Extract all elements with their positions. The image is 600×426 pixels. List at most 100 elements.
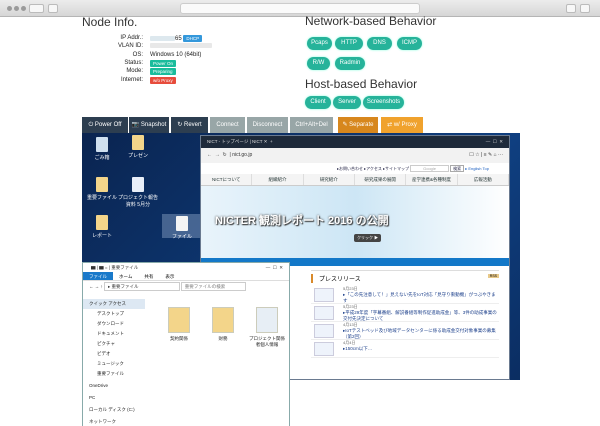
network-pill-pcaps[interactable]: Pcaps [307, 37, 332, 50]
site-menu-item[interactable]: 組織紹介 [252, 174, 304, 185]
node-value: 65 DHCP [150, 35, 203, 43]
desktop-icon-presentation[interactable]: プレゼン [118, 135, 158, 159]
site-menu-item[interactable]: 広報活動 [458, 174, 509, 185]
document-area [290, 380, 520, 426]
network-pill-radmin[interactable]: Radmin [335, 57, 365, 70]
tabs-button[interactable] [580, 4, 590, 13]
file-explorer-window[interactable]: ▆ | ▆ = | 重要ファイル — ☐ ✕ ファイル ホーム 共有 表示 ← → ↑ … [82, 262, 290, 426]
close-window-icon[interactable] [7, 6, 12, 11]
nav-item[interactable]: ネットワーク [83, 417, 145, 426]
utility-links[interactable]: ▸お問い合わせ ▸アクセス ▸サイトマップ Google 検索 ▸ Englis… [201, 163, 509, 174]
banner-click-button[interactable]: クリック ▶ [354, 234, 382, 242]
nav-item[interactable]: OneDrive [83, 381, 145, 391]
rss-button[interactable]: RSS [487, 274, 499, 278]
node-value: Power On [150, 59, 177, 67]
explorer-nav-pane: クイック アクセス デスクトップ ダウンロード ドキュメント ピクチャ ビデオ ミュージック… [83, 299, 145, 426]
node-value: Windows 10 (64bit) [150, 52, 201, 58]
share-button[interactable] [566, 4, 576, 13]
icon-label: レポート [91, 233, 112, 239]
nav-item[interactable]: ドキュメント [83, 329, 145, 339]
file-item[interactable]: プロジェクト関係者個人情報 [249, 307, 285, 348]
press-link[interactable]: ▸「この先注意して！」見えない先をIoT対応「見守り衝動機」がつぶやきます [343, 292, 499, 304]
press-link[interactable]: ▸平成29年度「字幕番組、解説番組等制作促進助成金」等、3件の助成事業の交付先決… [343, 310, 499, 322]
press-item[interactable]: 4月13日 ▸IoTテストベッド及び地域データセンターに係る助成金交付対象事業の募… [311, 322, 499, 340]
network-pill-icmp[interactable]: ICMP [397, 37, 422, 50]
separate-button[interactable]: ✎ Separate [338, 117, 378, 133]
press-release-panel: プレスリリース RSS 5月23日 ▸「この先注意して！」見えない先をIoT対応「見… [311, 270, 499, 358]
site-menu-item[interactable]: NICTについて [201, 174, 253, 185]
connect-button[interactable]: Connect [210, 117, 245, 133]
w-proxy-button[interactable]: ⇄ w/ Proxy [381, 117, 423, 133]
site-menu-item[interactable]: 研究紹介 [304, 174, 355, 185]
node-label: OS: [132, 51, 143, 58]
node-info-title: Node Info. [82, 15, 138, 29]
browser-tab[interactable]: NICT - トップページ | NICT ✕ + — ☐ ✕ [201, 136, 509, 148]
explorer-ribbon: ファイル ホーム 共有 表示 [83, 272, 289, 281]
edge-address-bar[interactable]: ← → ↻ | nict.go.jp ☐ ☆ | ≡ ✎ ⌂ ··· [201, 148, 509, 163]
english-top-link[interactable]: ▸ English Top [465, 166, 489, 171]
button-label: Separate [349, 122, 374, 128]
ribbon-tab[interactable]: ファイル [83, 272, 113, 280]
remote-desktop-screen[interactable]: ごみ箱 プレゼン 重要ファイル プロジェクト報告資料 5月分 レポート ファイル… [82, 133, 520, 426]
disconnect-button[interactable]: Disconnect [247, 117, 288, 133]
desktop-icon-recycle-bin[interactable]: ごみ箱 [82, 137, 122, 161]
status-badge: Preparing [150, 68, 176, 76]
tab-title: NICT - トップページ | NICT [207, 139, 263, 144]
file-item[interactable]: 財務 [205, 307, 241, 342]
nav-item[interactable]: ミュージック [83, 359, 145, 369]
site-menu-item[interactable]: 産学連携&各種制度 [406, 174, 458, 185]
snapshot-button[interactable]: 📷 Snapshot [129, 117, 169, 133]
press-link[interactable]: ▸150cm以下… [343, 346, 499, 352]
network-pill-http[interactable]: HTTP [335, 37, 363, 50]
network-pill-rw[interactable]: R/W [307, 57, 330, 70]
button-label: w/ Proxy [393, 122, 417, 128]
desktop-icon-project-report[interactable]: プロジェクト報告資料 5月分 [118, 177, 158, 208]
press-item[interactable]: 4月4日 ▸150cm以下… [311, 340, 499, 358]
desktop-icon-report[interactable]: レポート [82, 215, 122, 239]
button-label: Disconnect [252, 122, 283, 128]
utility-link[interactable]: ▸お問い合わせ ▸アクセス ▸サイトマップ [337, 166, 409, 171]
file-item[interactable]: 契約関係 [161, 307, 197, 342]
nav-item[interactable]: ピクチャ [83, 339, 145, 349]
network-behavior-title: Network-based Behavior [305, 14, 437, 28]
ctrl-alt-del-button[interactable]: Ctrl+Alt+Del [290, 117, 333, 133]
host-pill-client[interactable]: Client [305, 96, 331, 109]
node-value: Preparing [150, 68, 176, 76]
site-search-input[interactable]: Google [410, 165, 450, 172]
site-menu-item[interactable]: 研究成果の展開 [355, 174, 407, 185]
ribbon-tab[interactable]: 共有 [138, 272, 159, 280]
desktop-icon-important-files[interactable]: 重要ファイル [82, 177, 122, 201]
explorer-search-input[interactable]: 重要ファイルの検索 [180, 282, 247, 291]
explorer-path[interactable]: ▸ 重要ファイル [104, 282, 180, 291]
revert-button[interactable]: ↻ Revert [171, 117, 208, 133]
zoom-window-icon[interactable] [21, 6, 26, 11]
press-item[interactable]: 5月23日 ▸平成29年度「字幕番組、解説番組等制作促進助成金」等、3件の助成事業… [311, 304, 499, 322]
power-off-button[interactable]: ⏻ Power Off [82, 117, 128, 133]
button-icon: 📷 [131, 122, 141, 128]
address-bar[interactable] [180, 3, 420, 14]
network-pill-dns[interactable]: DNS [367, 37, 392, 50]
press-item[interactable]: 5月23日 ▸「この先注意して！」見えない先をIoT対応「見守り衝動機」がつぶやき… [311, 286, 499, 304]
nav-item[interactable]: ビデオ [83, 349, 145, 359]
ribbon-tab[interactable]: 表示 [159, 272, 180, 280]
nav-item[interactable]: ダウンロード [83, 319, 145, 329]
desktop-icon-file[interactable]: ファイル [162, 214, 202, 240]
button-label: Connect [216, 122, 239, 128]
search-button[interactable]: 検索 [450, 165, 465, 172]
back-forward-button[interactable] [29, 4, 44, 13]
nav-item[interactable]: PC [83, 393, 145, 403]
ribbon-tab[interactable]: ホーム [113, 272, 138, 280]
host-pill-server[interactable]: Server [333, 96, 361, 109]
banner[interactable]: NICTER 観測レポート 2016 の公開 クリック ▶ [201, 186, 509, 258]
button-icon: ⇄ [387, 122, 394, 128]
press-link[interactable]: ▸IoTテストベッド及び地域データセンターに係る助成金交付対象事業の募集（第2回… [343, 328, 499, 340]
nav-item[interactable]: クイック アクセス [83, 299, 145, 309]
sidebar-button[interactable] [48, 4, 58, 13]
nav-item[interactable]: 重要ファイル [83, 369, 145, 379]
minimize-window-icon[interactable] [14, 6, 19, 11]
host-pill-screenshots[interactable]: Screenshots [363, 96, 404, 109]
nav-item[interactable]: デスクトップ [83, 309, 145, 319]
button-icon: ↻ [177, 122, 185, 128]
nav-item[interactable]: ローカル ディスク (C:) [83, 405, 145, 415]
ip-suffix: 65 [175, 36, 182, 43]
